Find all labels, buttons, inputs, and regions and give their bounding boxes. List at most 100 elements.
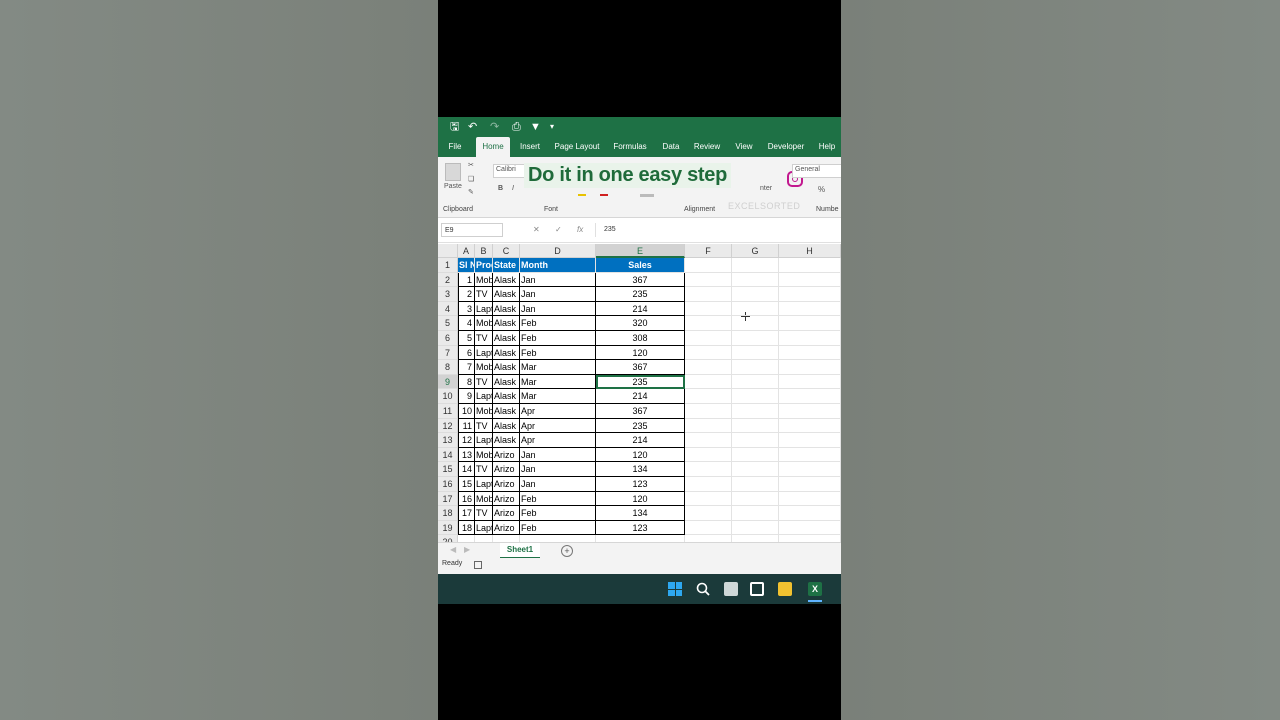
cell[interactable] [732, 389, 779, 404]
table-cell[interactable]: Mobil [475, 316, 493, 331]
active-cell-e9[interactable]: 235 [596, 374, 685, 390]
cell[interactable] [732, 462, 779, 477]
cell[interactable] [779, 462, 841, 477]
customize-qat-icon[interactable]: ▾ [550, 120, 554, 134]
table-cell[interactable]: Feb [520, 506, 596, 521]
accessibility-icon[interactable] [474, 561, 482, 569]
cell[interactable] [732, 535, 779, 542]
table-cell[interactable]: Alask [493, 331, 520, 346]
cell[interactable] [458, 535, 475, 542]
cell[interactable] [493, 535, 520, 542]
table-header-cell[interactable]: Produ [475, 258, 493, 273]
copy-icon[interactable]: ❏ [468, 175, 474, 183]
search-icon[interactable] [696, 582, 710, 596]
table-cell[interactable]: Alask [493, 287, 520, 302]
cell[interactable] [685, 520, 732, 536]
cell[interactable] [520, 535, 596, 542]
table-cell[interactable]: TV [475, 374, 493, 390]
table-cell[interactable]: 3 [458, 301, 475, 317]
tab-insert[interactable]: Insert [518, 137, 542, 157]
cell[interactable] [685, 404, 732, 419]
cell[interactable] [779, 491, 841, 507]
cell[interactable] [685, 331, 732, 346]
table-cell[interactable]: Apr [520, 433, 596, 448]
merge-center-label[interactable]: nter [760, 185, 772, 192]
cell[interactable] [685, 447, 732, 463]
table-cell[interactable]: 214 [596, 301, 685, 317]
column-header-b[interactable]: B [475, 244, 493, 258]
cell[interactable] [779, 389, 841, 404]
redo-icon[interactable]: ↷ [490, 120, 499, 134]
cell[interactable] [779, 374, 841, 390]
table-cell[interactable]: 10 [458, 404, 475, 419]
row-header[interactable]: 8 [438, 360, 458, 375]
cell[interactable] [779, 520, 841, 536]
table-cell[interactable]: 9 [458, 389, 475, 404]
table-cell[interactable]: Arizo [493, 462, 520, 477]
table-cell[interactable]: Feb [520, 316, 596, 331]
tab-help[interactable]: Help [816, 137, 838, 157]
tab-data[interactable]: Data [660, 137, 682, 157]
scroll-right-icon[interactable]: ▶ [464, 545, 470, 554]
paste-label[interactable]: Paste [444, 183, 462, 190]
row-header[interactable]: 10 [438, 389, 458, 404]
row-header[interactable]: 5 [438, 316, 458, 331]
tab-formulas[interactable]: Formulas [612, 137, 648, 157]
column-header-e[interactable]: E [596, 244, 685, 258]
table-cell[interactable]: Mobil [475, 491, 493, 507]
table-cell[interactable]: 14 [458, 462, 475, 477]
table-cell[interactable]: 134 [596, 506, 685, 521]
scroll-left-icon[interactable]: ◀ [450, 545, 456, 554]
table-cell[interactable]: 4 [458, 316, 475, 331]
spreadsheet-grid[interactable]: ABCDEFGH1Sl NoProduStateMonthSales21Mobi… [438, 244, 841, 542]
cell[interactable] [779, 331, 841, 346]
table-cell[interactable]: 18 [458, 520, 475, 536]
cell[interactable] [779, 433, 841, 448]
table-cell[interactable]: Feb [520, 331, 596, 346]
cell[interactable] [685, 418, 732, 434]
table-cell[interactable]: Jan [520, 447, 596, 463]
bold-icon[interactable]: B [498, 185, 503, 192]
table-cell[interactable]: Alask [493, 360, 520, 375]
table-cell[interactable]: Alask [493, 404, 520, 419]
table-cell[interactable]: Mar [520, 374, 596, 390]
table-cell[interactable]: Alask [493, 418, 520, 434]
snipping-tool-icon[interactable] [750, 582, 764, 596]
percent-style-icon[interactable]: % [818, 185, 825, 194]
table-cell[interactable]: 13 [458, 447, 475, 463]
task-view-icon[interactable] [724, 582, 738, 596]
cell[interactable] [685, 535, 732, 542]
table-cell[interactable]: Lapto [475, 433, 493, 448]
row-header[interactable]: 11 [438, 404, 458, 419]
row-header[interactable]: 20 [438, 535, 458, 542]
sheet-tab-sheet1[interactable]: Sheet1 [500, 543, 540, 559]
cell[interactable] [732, 491, 779, 507]
cell[interactable] [685, 477, 732, 492]
table-header-cell[interactable]: Sl No [458, 258, 475, 273]
table-cell[interactable]: Mar [520, 360, 596, 375]
column-header-h[interactable]: H [779, 244, 841, 258]
column-header-a[interactable]: A [458, 244, 475, 258]
table-cell[interactable]: 1 [458, 272, 475, 288]
enter-icon[interactable]: ✓ [555, 223, 562, 237]
name-box[interactable]: E9 [441, 223, 503, 237]
table-cell[interactable]: TV [475, 331, 493, 346]
cell[interactable] [732, 477, 779, 492]
cell[interactable] [732, 404, 779, 419]
row-header[interactable]: 6 [438, 331, 458, 346]
tab-developer[interactable]: Developer [766, 137, 806, 157]
table-cell[interactable]: Feb [520, 345, 596, 361]
table-cell[interactable]: Lapto [475, 477, 493, 492]
cell[interactable] [685, 316, 732, 331]
cell[interactable] [685, 433, 732, 448]
table-cell[interactable]: 120 [596, 491, 685, 507]
windows-start-icon[interactable] [668, 582, 682, 596]
table-cell[interactable]: 120 [596, 447, 685, 463]
excel-app-icon[interactable]: X [808, 582, 822, 596]
table-cell[interactable]: 214 [596, 389, 685, 404]
cell[interactable] [732, 506, 779, 521]
table-header-cell[interactable]: Sales [596, 258, 685, 273]
table-cell[interactable]: 16 [458, 491, 475, 507]
cell[interactable] [596, 535, 685, 542]
row-header[interactable]: 15 [438, 462, 458, 477]
